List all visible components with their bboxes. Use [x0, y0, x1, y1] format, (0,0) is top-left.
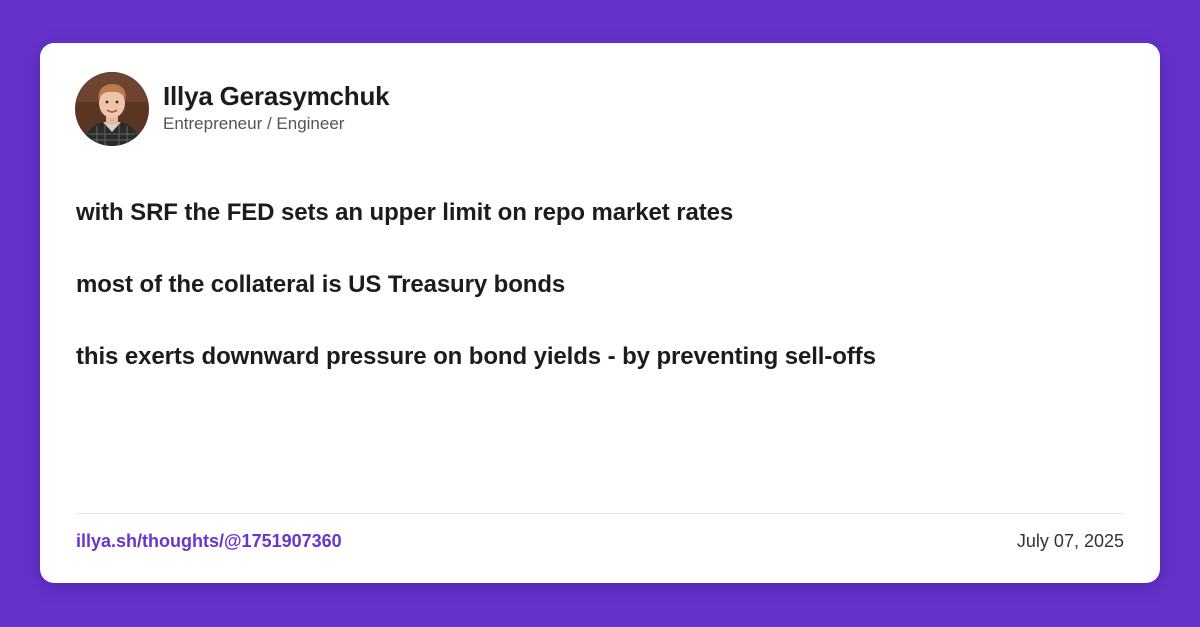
- avatar-photo-icon: [75, 72, 149, 146]
- post-line: most of the collateral is US Treasury bo…: [76, 271, 566, 298]
- post-date: July 07, 2025: [1016, 531, 1124, 551]
- post-line: this exerts downward pressure on bond yi…: [76, 343, 876, 370]
- author-info: Illya Gerasymchuk Entrepreneur / Enginee…: [163, 80, 390, 135]
- post-card: Illya Gerasymchuk Entrepreneur / Enginee…: [40, 43, 1160, 583]
- author-name[interactable]: Illya Gerasymchuk: [163, 80, 390, 112]
- footer-divider: [76, 513, 1124, 514]
- author-header: Illya Gerasymchuk Entrepreneur / Enginee…: [75, 72, 390, 146]
- post-permalink[interactable]: illya.sh/thoughts/@1751907360: [76, 529, 342, 553]
- avatar[interactable]: [75, 72, 149, 146]
- post-content: with SRF the FED sets an upper limit on …: [76, 199, 1116, 415]
- post-line: with SRF the FED sets an upper limit on …: [76, 199, 734, 226]
- author-title: Entrepreneur / Engineer: [163, 113, 345, 133]
